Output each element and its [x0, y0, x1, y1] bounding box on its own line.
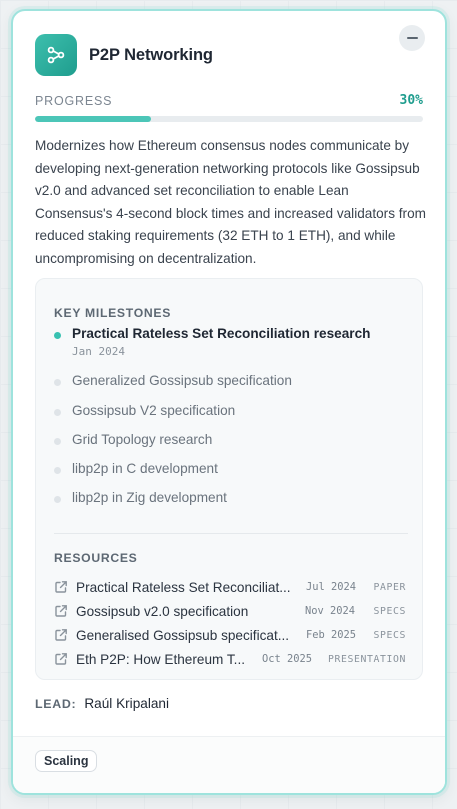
milestone-label: Gossipsub V2 specification: [72, 403, 236, 418]
resource-date: Oct 2025: [262, 653, 313, 665]
resources-heading: RESOURCES: [54, 551, 138, 565]
progress-header: PROGRESS 30%: [35, 93, 423, 109]
project-card: P2P Networking PROGRESS 30% Modernizes h…: [11, 9, 447, 795]
progress-bar-fill: [35, 116, 152, 122]
external-link-icon: [55, 605, 67, 617]
milestone-item: Grid Topology research: [54, 431, 410, 449]
card-header: P2P Networking: [35, 25, 431, 77]
details-panel: KEY MILESTONES Practical Rateless Set Re…: [35, 278, 423, 680]
milestone-status-dot: [54, 467, 61, 474]
resource-title: Gossipsub v2.0 specification: [76, 603, 249, 619]
milestone-item: Gossipsub V2 specification: [54, 402, 410, 420]
milestone-status-dot: [54, 332, 61, 339]
lead-label: LEAD:: [35, 697, 77, 711]
collapse-button[interactable]: [399, 25, 425, 51]
progress-value: 30%: [399, 93, 423, 108]
resource-type: PAPER: [373, 581, 406, 593]
network-nodes-icon: [35, 34, 77, 76]
milestone-label: Grid Topology research: [72, 432, 213, 447]
resource-type: SPECS: [373, 629, 406, 641]
milestone-label: Practical Rateless Set Reconciliation re…: [72, 326, 371, 341]
milestone-status-dot: [54, 379, 61, 386]
project-lead: LEAD: Raúl Kripalani: [35, 696, 169, 711]
milestone-item: Generalized Gossipsub specification: [54, 372, 410, 390]
resource-type: SPECS: [373, 605, 406, 617]
milestone-label: libp2p in Zig development: [72, 490, 227, 505]
milestones-heading: KEY MILESTONES: [54, 306, 172, 320]
resource-link[interactable]: Eth P2P: How Ethereum T... Oct 2025 PRES…: [54, 647, 410, 671]
progress-bar: [35, 116, 423, 122]
milestone-item: libp2p in C development: [54, 460, 410, 478]
progress-label: PROGRESS: [35, 94, 113, 108]
resource-title: Practical Rateless Set Reconciliat...: [76, 579, 291, 595]
milestone-status-dot: [54, 409, 61, 416]
minus-icon: [406, 37, 418, 39]
milestone-item: Practical Rateless Set Reconciliation re…: [54, 325, 410, 358]
resources-list: Practical Rateless Set Reconciliat... Ju…: [54, 575, 410, 671]
tag-badge[interactable]: Scaling: [35, 750, 98, 772]
external-link-icon: [55, 629, 67, 641]
resource-date: Jul 2024: [306, 581, 357, 593]
resource-link[interactable]: Practical Rateless Set Reconciliat... Ju…: [54, 575, 410, 599]
milestone-label: Generalized Gossipsub specification: [72, 373, 292, 388]
project-description: Modernizes how Ethereum consensus nodes …: [35, 138, 426, 266]
milestone-status-dot: [54, 496, 61, 503]
resource-link[interactable]: Generalised Gossipsub specificat... Feb …: [54, 623, 410, 647]
card-title: P2P Networking: [89, 45, 213, 64]
resource-date: Nov 2024: [305, 605, 356, 617]
milestone-label: libp2p in C development: [72, 461, 218, 476]
resource-type: PRESENTATION: [328, 653, 406, 665]
resource-date: Feb 2025: [306, 629, 357, 641]
external-link-icon: [55, 653, 67, 665]
external-link-icon: [55, 581, 67, 593]
resource-link[interactable]: Gossipsub v2.0 specification Nov 2024 SP…: [54, 599, 410, 623]
card-footer: Scaling: [13, 736, 445, 793]
milestone-date: Jan 2024: [72, 345, 125, 358]
resource-title: Generalised Gossipsub specificat...: [76, 627, 290, 643]
milestone-status-dot: [54, 438, 61, 445]
resource-title: Eth P2P: How Ethereum T...: [76, 651, 245, 667]
lead-name: Raúl Kripalani: [84, 696, 169, 711]
section-divider: [54, 533, 408, 534]
milestone-item: libp2p in Zig development: [54, 489, 410, 507]
